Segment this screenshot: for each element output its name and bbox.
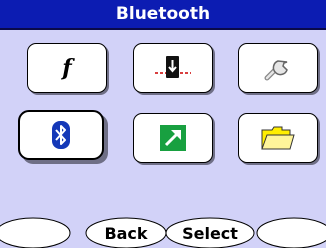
install-phone-icon: [153, 53, 193, 83]
back-button[interactable]: [85, 217, 167, 248]
softkey-left[interactable]: [0, 217, 71, 248]
bluetooth-icon: [51, 120, 71, 150]
softkey-right[interactable]: [256, 217, 326, 248]
function-tile[interactable]: f: [27, 43, 107, 93]
install-tile[interactable]: [133, 43, 213, 93]
page-title: Bluetooth: [115, 4, 211, 24]
settings-tile[interactable]: [238, 43, 318, 93]
softkey-bar: Back Select: [0, 210, 326, 248]
bluetooth-tile[interactable]: [18, 110, 104, 160]
wrench-icon: [261, 53, 295, 83]
title-bar: Bluetooth: [0, 0, 326, 28]
folder-icon: [260, 124, 296, 152]
shortcut-arrow-icon: [158, 124, 188, 152]
function-icon: f: [62, 55, 72, 81]
folder-tile[interactable]: [238, 113, 318, 163]
shortcut-tile[interactable]: [133, 113, 213, 163]
select-button[interactable]: [165, 217, 255, 248]
title-divider: [0, 28, 326, 30]
